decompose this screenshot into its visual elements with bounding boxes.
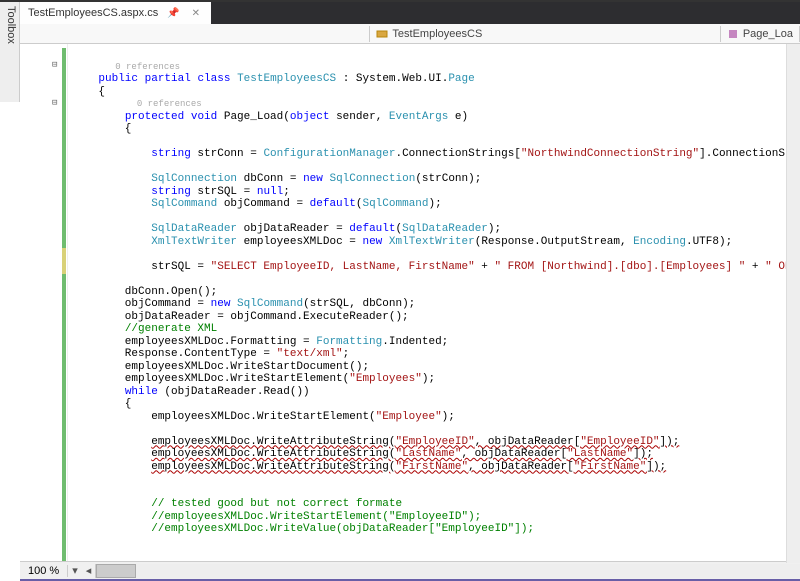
code-content[interactable]: 0 references public partial class TestEm… [68,44,800,561]
class-dropdown[interactable]: TestEmployeesCS [370,26,720,42]
class-name: TestEmployeesCS [392,28,482,40]
method-icon [727,28,739,40]
horizontal-scrollbar[interactable] [95,564,800,578]
class-icon [376,28,388,40]
vertical-scrollbar[interactable] [786,44,800,563]
change-indicator [62,274,66,561]
gutter: ⊟ ⊟ [20,44,68,561]
method-name: Page_Loa [743,28,793,40]
navigation-bar: TestEmployeesCS Page_Loa [20,24,800,44]
zoom-level[interactable]: 100 % [20,565,68,577]
fold-icon[interactable]: ⊟ [52,98,57,108]
toolbox-panel[interactable]: Toolbox [0,2,20,102]
scroll-left-icon[interactable]: ◂ [82,564,96,577]
method-dropdown[interactable]: Page_Loa [721,26,800,42]
scroll-thumb[interactable] [96,564,136,578]
pin-icon[interactable]: 📌 [164,8,182,19]
close-icon[interactable]: ✕ [189,8,203,19]
codelens[interactable]: 0 references [72,62,180,72]
codelens[interactable]: 0 references [72,99,202,109]
scope-dropdown[interactable] [20,26,370,42]
zoom-dropdown-icon[interactable]: ▾ [68,564,82,577]
active-tab[interactable]: TestEmployeesCS.aspx.cs 📌 ✕ [20,2,211,24]
change-indicator [62,48,66,248]
status-bar: 100 % ▾ ◂ [20,561,800,579]
fold-icon[interactable]: ⊟ [52,60,57,70]
document-tab-bar: TestEmployeesCS.aspx.cs 📌 ✕ [20,2,800,24]
tab-title: TestEmployeesCS.aspx.cs [28,7,158,19]
code-editor[interactable]: ⊟ ⊟ 0 references public partial class Te… [20,44,800,561]
change-indicator [62,248,66,274]
